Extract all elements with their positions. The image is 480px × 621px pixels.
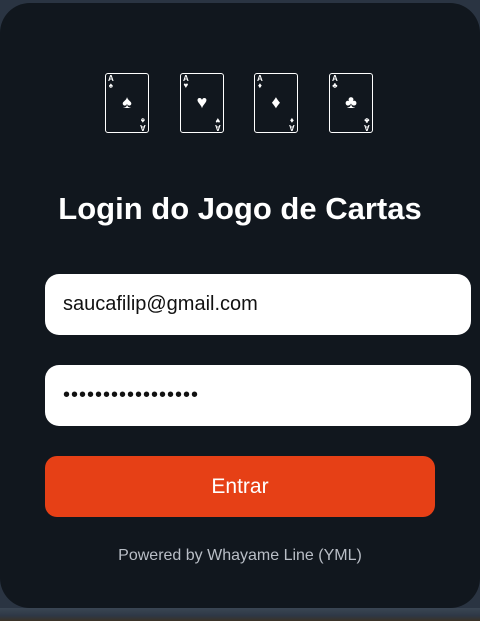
diamond-icon: ♦ — [257, 81, 262, 90]
powered-by-footer: Powered by Whayame Line (YML) — [118, 547, 362, 564]
login-button[interactable]: Entrar — [45, 456, 435, 517]
spade-icon: ♠ — [122, 92, 132, 112]
diamond-icon: ♦ — [271, 92, 281, 112]
heart-icon: ♥ — [215, 116, 221, 125]
page-title: Login do Jogo de Cartas — [58, 191, 422, 226]
window-bottom-edge — [0, 608, 480, 621]
club-icon: ♣ — [332, 81, 338, 90]
ace-of-clubs-card: A ♣ ♣ A ♣ — [329, 73, 373, 133]
email-field[interactable] — [45, 274, 471, 335]
diamond-icon: ♦ — [290, 116, 295, 125]
password-field[interactable] — [45, 365, 471, 426]
club-icon: ♣ — [345, 92, 357, 112]
club-icon: ♣ — [364, 116, 370, 125]
card-row: A ♠ ♠ A ♠ A ♥ ♥ A ♥ A ♦ ♦ A ♦ A ♣ ♣ A ♣ — [0, 73, 480, 139]
spade-icon: ♠ — [108, 81, 114, 90]
ace-of-spades-card: A ♠ ♠ A ♠ — [105, 73, 149, 133]
spade-icon: ♠ — [140, 116, 146, 125]
heart-icon: ♥ — [183, 81, 189, 90]
ace-of-diamonds-card: A ♦ ♦ A ♦ — [254, 73, 298, 133]
ace-of-hearts-card: A ♥ ♥ A ♥ — [180, 73, 224, 133]
login-panel: A ♠ ♠ A ♠ A ♥ ♥ A ♥ A ♦ ♦ A ♦ A ♣ ♣ A ♣ Login do… — [0, 3, 480, 608]
heart-icon: ♥ — [196, 92, 208, 112]
